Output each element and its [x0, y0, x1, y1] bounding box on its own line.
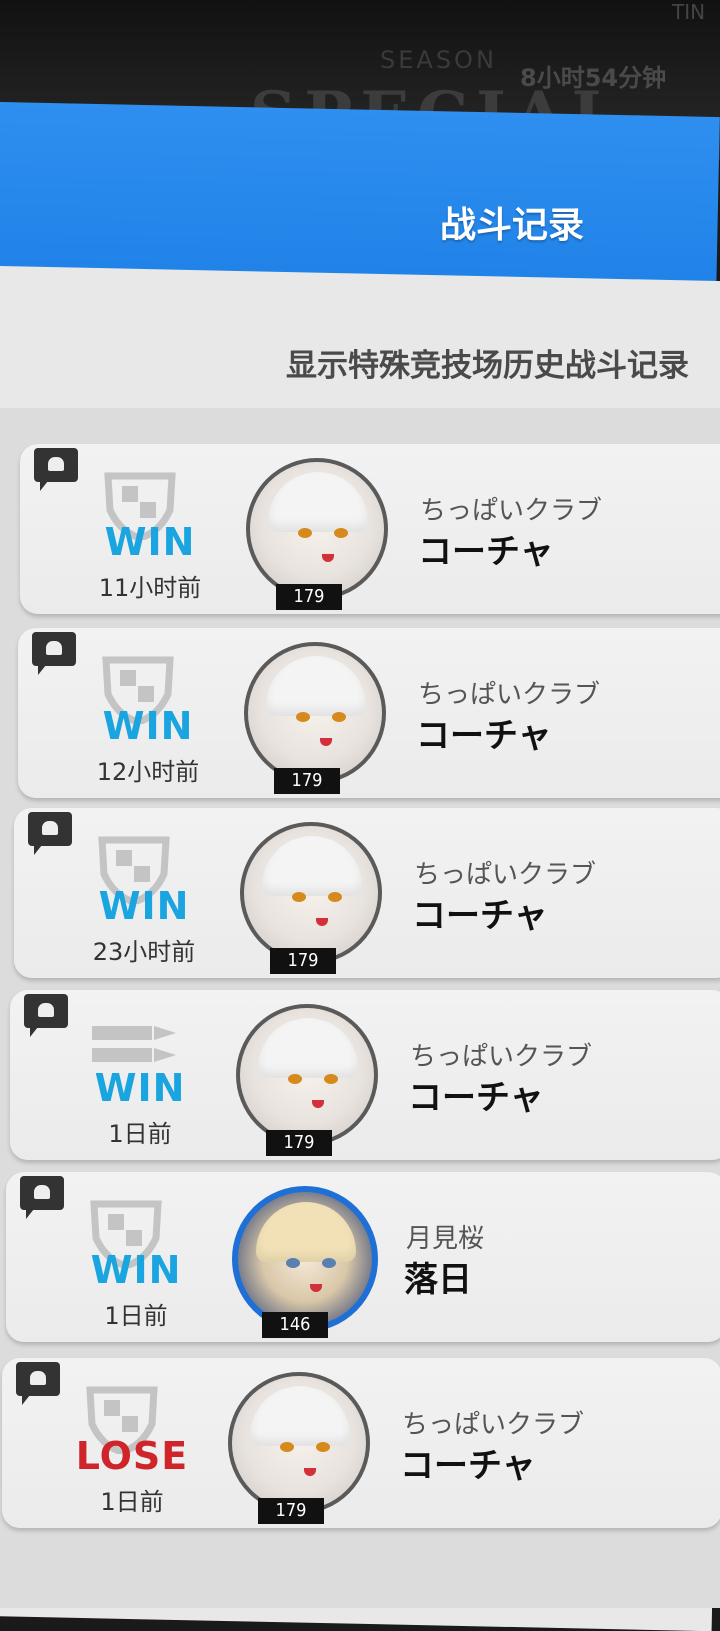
player-name: コーチャ: [400, 1446, 536, 1486]
avatar-mouth: [320, 738, 332, 746]
opponent-avatar[interactable]: [236, 1004, 378, 1146]
avatar-hair: [262, 836, 362, 896]
chat-dot-icon: [34, 1185, 50, 1199]
avatar-mouth: [322, 554, 334, 562]
player-name: コーチャ: [418, 532, 554, 572]
guild-name: ちっぱいクラブ: [414, 860, 597, 890]
avatar-hair: [258, 1018, 358, 1078]
time-ago: 11小时前: [98, 574, 202, 602]
level-badge: 146: [262, 1312, 328, 1338]
avatar-eye-r: [328, 892, 342, 902]
result-label: WIN: [102, 704, 194, 748]
panel-subtitle: 显示特殊竞技场历史战斗记录: [286, 348, 689, 384]
avatar-eye-l: [288, 1074, 302, 1084]
opponent-avatar[interactable]: [244, 642, 386, 784]
avatar-hair: [256, 1202, 356, 1262]
season-label: SEASON: [380, 46, 497, 74]
avatar-eye-l: [292, 892, 306, 902]
time-ago: 12小时前: [96, 758, 200, 786]
result-label: WIN: [94, 1066, 186, 1110]
battle-record-card[interactable]: WIN 23小时前 179 ちっぱいクラブコーチャ: [14, 808, 720, 978]
result-label: WIN: [90, 1248, 182, 1292]
avatar-eye-l: [286, 1258, 300, 1268]
chat-dot-icon: [48, 457, 64, 471]
chat-bubble-icon[interactable]: [32, 632, 76, 675]
chat-dot-icon: [38, 1003, 54, 1017]
result-label: WIN: [104, 520, 196, 564]
result-label: WIN: [98, 884, 190, 928]
opponent-avatar[interactable]: [240, 822, 382, 964]
player-name: コーチャ: [408, 1078, 544, 1118]
avatar-eye-l: [296, 712, 310, 722]
corner-text: TIN: [672, 0, 706, 24]
avatar-eye-r: [322, 1258, 336, 1268]
avatar-eye-l: [298, 528, 312, 538]
avatar-mouth: [304, 1468, 316, 1476]
time-ago: 1日前: [100, 1488, 164, 1516]
opponent-avatar[interactable]: [228, 1372, 370, 1514]
time-ago: 1日前: [108, 1120, 172, 1148]
level-badge: 179: [276, 584, 342, 610]
opponent-avatar[interactable]: [232, 1186, 378, 1332]
chat-bubble-icon[interactable]: [24, 994, 68, 1037]
guild-name: ちっぱいクラブ: [410, 1042, 593, 1072]
chat-bubble-icon[interactable]: [16, 1362, 60, 1405]
chat-bubble-icon[interactable]: [28, 812, 72, 855]
player-name: コーチャ: [412, 896, 548, 936]
avatar-eye-r: [316, 1442, 330, 1452]
level-badge: 179: [270, 948, 336, 974]
page-title: 战斗记录: [440, 205, 585, 246]
result-label: LOSE: [75, 1434, 189, 1478]
guild-name: 月見桜: [406, 1224, 485, 1254]
level-badge: 179: [274, 768, 340, 794]
avatar-mouth: [316, 918, 328, 926]
avatar-mouth: [312, 1100, 324, 1108]
avatar-eye-r: [334, 528, 348, 538]
battle-record-card[interactable]: WIN 12小时前 179 ちっぱいクラブコーチャ: [18, 628, 720, 798]
guild-name: ちっぱいクラブ: [420, 496, 603, 526]
chat-bubble-icon[interactable]: [20, 1176, 64, 1219]
avatar-eye-l: [280, 1442, 294, 1452]
avatar-eye-r: [332, 712, 346, 722]
battle-record-card[interactable]: WIN 11小时前 179 ちっぱいクラブコーチャ: [20, 444, 720, 614]
level-badge: 179: [266, 1130, 332, 1156]
chat-dot-icon: [30, 1371, 46, 1385]
guild-name: ちっぱいクラブ: [418, 680, 601, 710]
avatar-mouth: [310, 1284, 322, 1292]
guild-name: ちっぱいクラブ: [402, 1410, 585, 1440]
avatar-hair: [266, 656, 366, 716]
chat-bubble-icon[interactable]: [34, 448, 78, 491]
avatar-hair: [250, 1386, 350, 1446]
battle-record-card[interactable]: LOSE 1日前 179 ちっぱいクラブコーチャ: [2, 1358, 720, 1528]
level-badge: 179: [258, 1498, 324, 1524]
time-ago: 1日前: [104, 1302, 168, 1330]
battle-record-card[interactable]: WIN 1日前 146 月見桜落日: [6, 1172, 720, 1342]
player-name: 落日: [404, 1260, 472, 1300]
chat-dot-icon: [42, 821, 58, 835]
chat-dot-icon: [46, 641, 62, 655]
battle-record-card[interactable]: WIN 1日前 179 ちっぱいクラブコーチャ: [10, 990, 720, 1160]
player-name: コーチャ: [416, 716, 552, 756]
avatar-hair: [268, 472, 368, 532]
opponent-avatar[interactable]: [246, 458, 388, 600]
avatar-eye-r: [324, 1074, 338, 1084]
time-ago: 23小时前: [92, 938, 196, 966]
